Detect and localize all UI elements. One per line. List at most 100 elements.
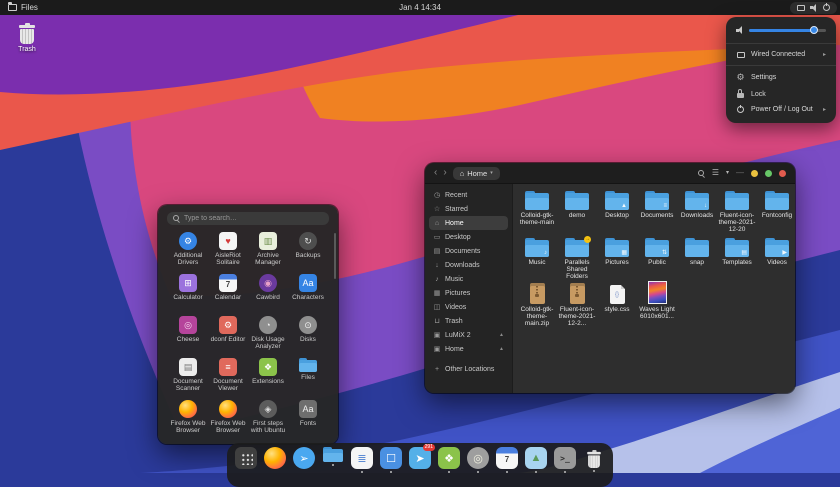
app-item[interactable]: ▥ Archive Manager <box>248 232 288 274</box>
sidebar-item-lumix-2[interactable]: ▣ LuMiX 2 ▲ <box>429 328 508 342</box>
app-item[interactable]: ⊞ Calculator <box>168 274 208 316</box>
menu-item-lock[interactable]: Lock <box>726 86 836 102</box>
app-menu-button[interactable]: Files <box>0 2 46 12</box>
menu-item-settings[interactable]: ⚙ Settings <box>726 69 836 86</box>
dock-item-trash[interactable] <box>583 447 605 472</box>
search-input[interactable] <box>184 215 323 222</box>
files-content: Colloid-gtk-theme-main demo ▲ Desktop ≡ Docum… <box>513 184 795 393</box>
app-item[interactable]: ♥ AisleRiot Solitaire <box>208 232 248 274</box>
search-bar[interactable] <box>167 212 329 225</box>
sidebar-item-starred[interactable]: ☆ Starred <box>429 202 508 216</box>
file-item[interactable]: Fluent-icon-theme-2021-12-2... <box>557 283 597 330</box>
file-item[interactable]: Fluent-icon-theme-2021-12-20 <box>717 189 757 236</box>
dock-item-text-editor[interactable]: ≣ <box>351 447 373 473</box>
app-item[interactable]: ❖ Extensions <box>248 358 288 400</box>
scrollbar[interactable] <box>334 233 336 279</box>
volume-slider[interactable] <box>749 26 826 34</box>
sidebar-item-desktop[interactable]: ▭ Desktop <box>429 230 508 244</box>
file-item[interactable]: ↓ Downloads <box>677 189 717 236</box>
sidebar-item-pictures[interactable]: ▦ Pictures <box>429 286 508 300</box>
forward-button[interactable]: › <box>443 168 446 178</box>
dock-item-messenger[interactable]: ➤ 291 <box>409 444 435 469</box>
sidebar-item-videos[interactable]: ◫ Videos <box>429 300 508 314</box>
file-item[interactable]: ▲ Desktop <box>597 189 637 236</box>
dock-item-cawbird[interactable]: ➢ <box>293 447 315 469</box>
app-item[interactable]: ⚙ Additional Drivers <box>168 232 208 274</box>
file-item[interactable]: ▤ Templates <box>717 236 757 283</box>
eject-icon[interactable]: ▲ <box>499 332 504 338</box>
sidebar-item-recent[interactable]: ◷ Recent <box>429 188 508 202</box>
window-dot-minimize[interactable] <box>751 169 758 177</box>
app-item[interactable]: ◉ Cawbird <box>248 274 288 316</box>
dock-item-tweaks[interactable]: ◎ <box>467 447 489 473</box>
search-icon[interactable] <box>697 169 705 177</box>
app-item[interactable]: ◈ First steps with Ubuntu <box>248 400 288 442</box>
app-item[interactable]: Aa Characters <box>288 274 328 316</box>
sidebar-item-music[interactable]: ♪ Music <box>429 272 508 286</box>
file-item[interactable]: ▦ Pictures <box>597 236 637 283</box>
app-item[interactable]: ▤ Document Scanner <box>168 358 208 400</box>
dock-item-show-apps[interactable] <box>235 447 257 469</box>
view-menu-icon[interactable]: ☰ <box>712 169 719 177</box>
file-item[interactable]: ▶ Videos <box>757 236 795 283</box>
folder-icon <box>725 191 749 210</box>
app-item[interactable]: Firefox Web Browser <box>168 400 208 442</box>
app-grid: ⚙ Additional Drivers ♥ AisleRiot Solitaire ▥… <box>158 228 338 442</box>
dock-item-extensions[interactable]: ❖ <box>438 447 460 473</box>
app-item[interactable]: ⊙ Disks <box>288 316 328 358</box>
minimize-icon[interactable]: — <box>736 169 744 177</box>
sidebar-item-downloads[interactable]: ↓ Downloads <box>429 258 508 272</box>
sidebar-item-home[interactable]: ⌂ Home <box>429 216 508 230</box>
file-item[interactable]: Colloid-gtk-theme-main.zip <box>517 283 557 330</box>
sidebar-item-label: Documents <box>445 247 481 255</box>
dock-item-terminal[interactable]: >_ <box>554 447 576 473</box>
clock[interactable]: Jan 4 14:34 <box>399 3 441 12</box>
dock-item-firefox[interactable] <box>264 447 286 469</box>
eject-icon[interactable]: ▲ <box>499 346 504 352</box>
app-item[interactable]: ⚙ dconf Editor <box>208 316 248 358</box>
file-item[interactable]: Colloid-gtk-theme-main <box>517 189 557 236</box>
dock-item-files[interactable] <box>322 447 344 466</box>
back-button[interactable]: ‹ <box>434 168 437 178</box>
menu-item-power[interactable]: Power Off / Log Out ▸ <box>726 102 836 117</box>
app-item[interactable]: ↻ Backups <box>288 232 328 274</box>
menu-item-wired-connected[interactable]: Wired Connected ▸ <box>726 47 836 62</box>
file-item[interactable]: ⇅ Public <box>637 236 677 283</box>
folder-icon: ♪ <box>525 238 549 257</box>
app-item[interactable]: 7 Calendar <box>208 274 248 316</box>
chevron-down-icon[interactable]: ▾ <box>726 169 729 177</box>
dock-item-software[interactable]: ☐ <box>380 447 402 473</box>
sidebar-item-documents[interactable]: ▤ Documents <box>429 244 508 258</box>
sidebar-item-other-locations[interactable]: + Other Locations <box>429 362 508 376</box>
system-tray[interactable] <box>790 1 837 14</box>
path-button[interactable]: ⌂ Home ▾ <box>452 166 500 180</box>
volume-slider-handle[interactable] <box>810 26 819 34</box>
file-item[interactable]: Fontconfig <box>757 189 795 236</box>
sidebar-item-trash[interactable]: ⊔ Trash <box>429 314 508 328</box>
app-item[interactable]: ◎ Cheese <box>168 316 208 358</box>
sidebar-item-home[interactable]: ▣ Home ▲ <box>429 342 508 356</box>
sidebar-item-icon: ☆ <box>433 206 441 213</box>
app-item[interactable]: ≡ Document Viewer <box>208 358 248 400</box>
file-item[interactable]: ≡ Documents <box>637 189 677 236</box>
app-icon: ⚙ <box>179 232 197 250</box>
app-item[interactable]: Files <box>288 358 328 400</box>
file-item[interactable]: demo <box>557 189 597 236</box>
dock-item-photos[interactable]: ▲ <box>525 447 547 473</box>
app-item[interactable]: ◔ Disk Usage Analyzer <box>248 316 288 358</box>
file-item[interactable]: ♪ Music <box>517 236 557 283</box>
window-dot-maximize[interactable] <box>765 169 772 177</box>
file-item[interactable]: Waves Light 6010x601... <box>637 281 677 330</box>
file-item[interactable]: snap <box>677 236 717 283</box>
folder-icon: ▶ <box>765 238 789 257</box>
app-item[interactable]: Firefox Web Browser <box>208 400 248 442</box>
desktop-trash-icon[interactable]: Trash <box>11 23 43 53</box>
dock-item-calendar[interactable]: 7 <box>496 447 518 473</box>
folder-emblem-icon: ▦ <box>621 250 627 256</box>
app-menu-label: Files <box>21 3 38 12</box>
file-item[interactable]: {} style.css <box>597 283 637 330</box>
window-dot-close[interactable] <box>779 169 786 177</box>
app-item[interactable]: Aa Fonts <box>288 400 328 442</box>
file-item[interactable]: → Parallels Shared Folders <box>557 236 597 283</box>
archive-file-icon <box>529 283 545 304</box>
